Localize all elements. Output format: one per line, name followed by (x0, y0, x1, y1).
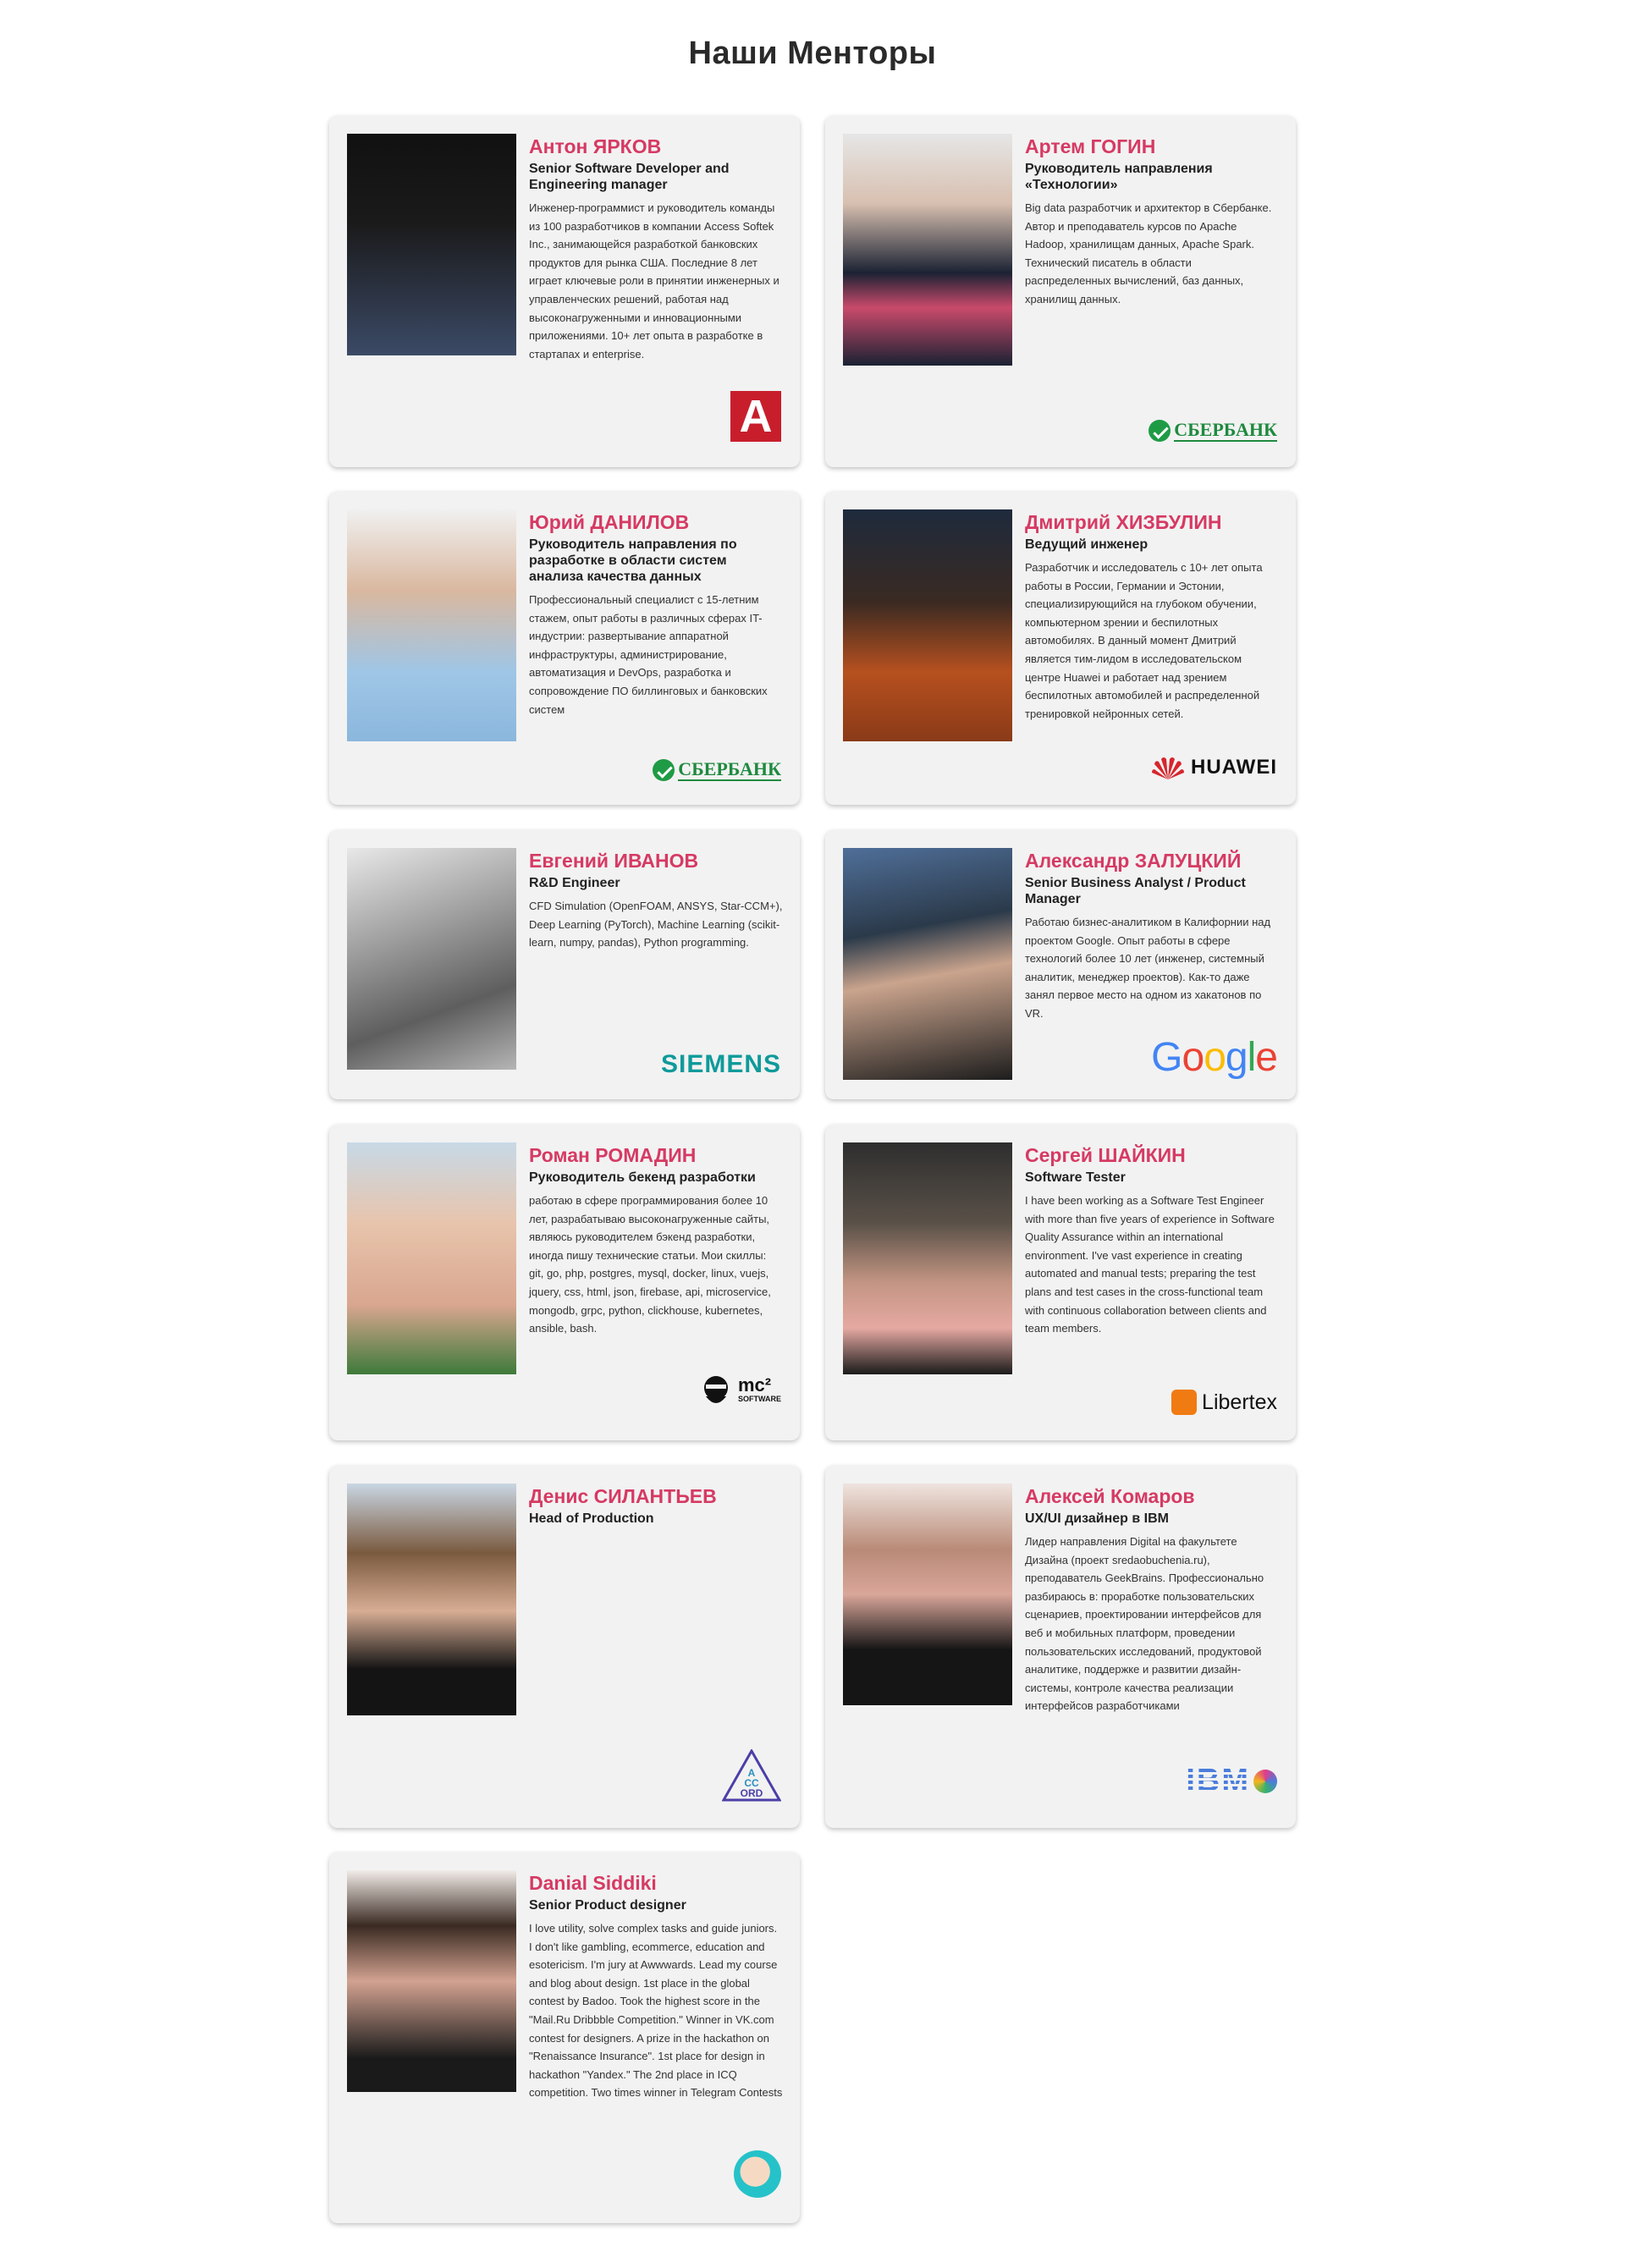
mentor-card: Алексей Комаров UX/UI дизайнер в IBM Лид… (825, 1466, 1296, 1828)
mentor-role: Ведущий инженер (1025, 537, 1149, 552)
mentor-role: R&D Engineer (529, 876, 620, 890)
accord-logo-icon: A CC ORD (721, 1748, 782, 1806)
access-softek-logo-icon: A (730, 391, 781, 442)
mentor-role: Head of Production (529, 1511, 654, 1526)
mentor-role: Senior Software Developer and Engineerin… (529, 162, 730, 192)
mentor-card: Антон ЯРКОВ Senior Software Developer an… (329, 116, 800, 467)
mentor-role: Senior Business Analyst / Product Manage… (1025, 876, 1246, 906)
mentor-card: Денис СИЛАНТЬЕВ Head of Production A CC … (329, 1466, 800, 1828)
mentor-photo (843, 1142, 1012, 1374)
siemens-logo-icon: SIEMENS (660, 1050, 781, 1078)
mentor-photo (347, 1142, 516, 1374)
mentor-bio: I have been working as a Software Test E… (1025, 1194, 1275, 1335)
mentor-photo (843, 134, 1012, 366)
mentor-card: Роман РОМАДИН Руководитель бекенд разраб… (329, 1125, 800, 1440)
mentor-bio: Лидер направления Digital на факультете … (1025, 1535, 1264, 1713)
google-logo-icon: Google (1151, 1035, 1278, 1080)
mentor-bio: I love utility, solve complex tasks and … (529, 1922, 783, 2100)
mentor-photo (347, 1484, 516, 1715)
mentor-name: Денис СИЛАНТЬЕВ (529, 1485, 717, 1507)
mentor-card: Юрий ДАНИЛОВ Руководитель направления по… (329, 492, 800, 805)
mentor-name: Артем ГОГИН (1025, 135, 1156, 157)
mentor-name: Юрий ДАНИЛОВ (529, 511, 690, 533)
sberbank-logo-icon: СБЕРБАНК (653, 759, 781, 781)
mentor-name: Евгений ИВАНОВ (529, 850, 699, 872)
mentor-name: Роман РОМАДИН (529, 1144, 697, 1166)
mentor-role: Senior Product designer (529, 1898, 686, 1913)
mentor-name: Дмитрий ХИЗБУЛИН (1025, 511, 1222, 533)
mentor-role: Software Tester (1025, 1170, 1126, 1185)
mentor-name: Антон ЯРКОВ (529, 135, 662, 157)
mentor-name: Александр ЗАЛУЦКИЙ (1025, 850, 1242, 872)
mentor-role: Руководитель направления по разработке в… (529, 537, 737, 584)
mentor-bio: Работаю бизнес-аналитиком в Калифорнии н… (1025, 916, 1271, 1020)
mentor-photo (843, 848, 1012, 1080)
mentor-photo (843, 509, 1012, 741)
mentor-card: Danial Siddiki Senior Product designer I… (329, 1852, 800, 2223)
mentor-card: Александр ЗАЛУЦКИЙ Senior Business Analy… (825, 830, 1296, 1099)
mentor-role: UX/UI дизайнер в IBM (1025, 1511, 1169, 1526)
page-title: Наши Менторы (688, 36, 937, 71)
mentor-card: Артем ГОГИН Руководитель направления «Те… (825, 116, 1296, 467)
ibm-logo-icon: IBM (1186, 1763, 1277, 1799)
mentor-bio: Инженер-программист и руководитель коман… (529, 201, 779, 361)
mentor-photo (843, 1484, 1012, 1705)
mentor-name: Danial Siddiki (529, 1872, 657, 1894)
mc2-software-logo-icon: mc² SOFTWARE (697, 1373, 781, 1412)
svg-text:ORD: ORD (741, 1787, 763, 1799)
mentor-photo (347, 134, 516, 355)
mentor-role: Руководитель бекенд разработки (529, 1170, 756, 1185)
mentor-photo (347, 509, 516, 741)
mentor-card: Дмитрий ХИЗБУЛИН Ведущий инженер Разрабо… (825, 492, 1296, 805)
mentor-bio: Профессиональный специалист с 15-летним … (529, 593, 768, 716)
mentor-role: Руководитель направления «Технологии» (1025, 162, 1213, 192)
mentor-card: Евгений ИВАНОВ R&D Engineer CFD Simulati… (329, 830, 800, 1099)
huawei-logo-icon: HUAWEI (1150, 754, 1277, 781)
mentor-name: Сергей ШАЙКИН (1025, 1144, 1186, 1166)
mentor-card: Сергей ШАЙКИН Software Tester I have bee… (825, 1125, 1296, 1440)
designer-avatar-logo-icon (734, 2150, 781, 2198)
mentor-bio: Разработчик и исследователь с 10+ лет оп… (1025, 561, 1263, 720)
mentor-photo (347, 1870, 516, 2092)
libertex-logo-icon: Libertex (1171, 1390, 1277, 1415)
mentor-bio: CFD Simulation (OpenFOAM, ANSYS, Star-CC… (529, 900, 783, 950)
mentor-bio: Big data разработчик и архитектор в Сбер… (1025, 201, 1272, 306)
mentor-name: Алексей Комаров (1025, 1485, 1195, 1507)
mentor-bio: работаю в сфере программирования более 1… (529, 1194, 771, 1335)
sberbank-logo-icon: СБЕРБАНК (1149, 420, 1277, 442)
mentor-photo (347, 848, 516, 1070)
